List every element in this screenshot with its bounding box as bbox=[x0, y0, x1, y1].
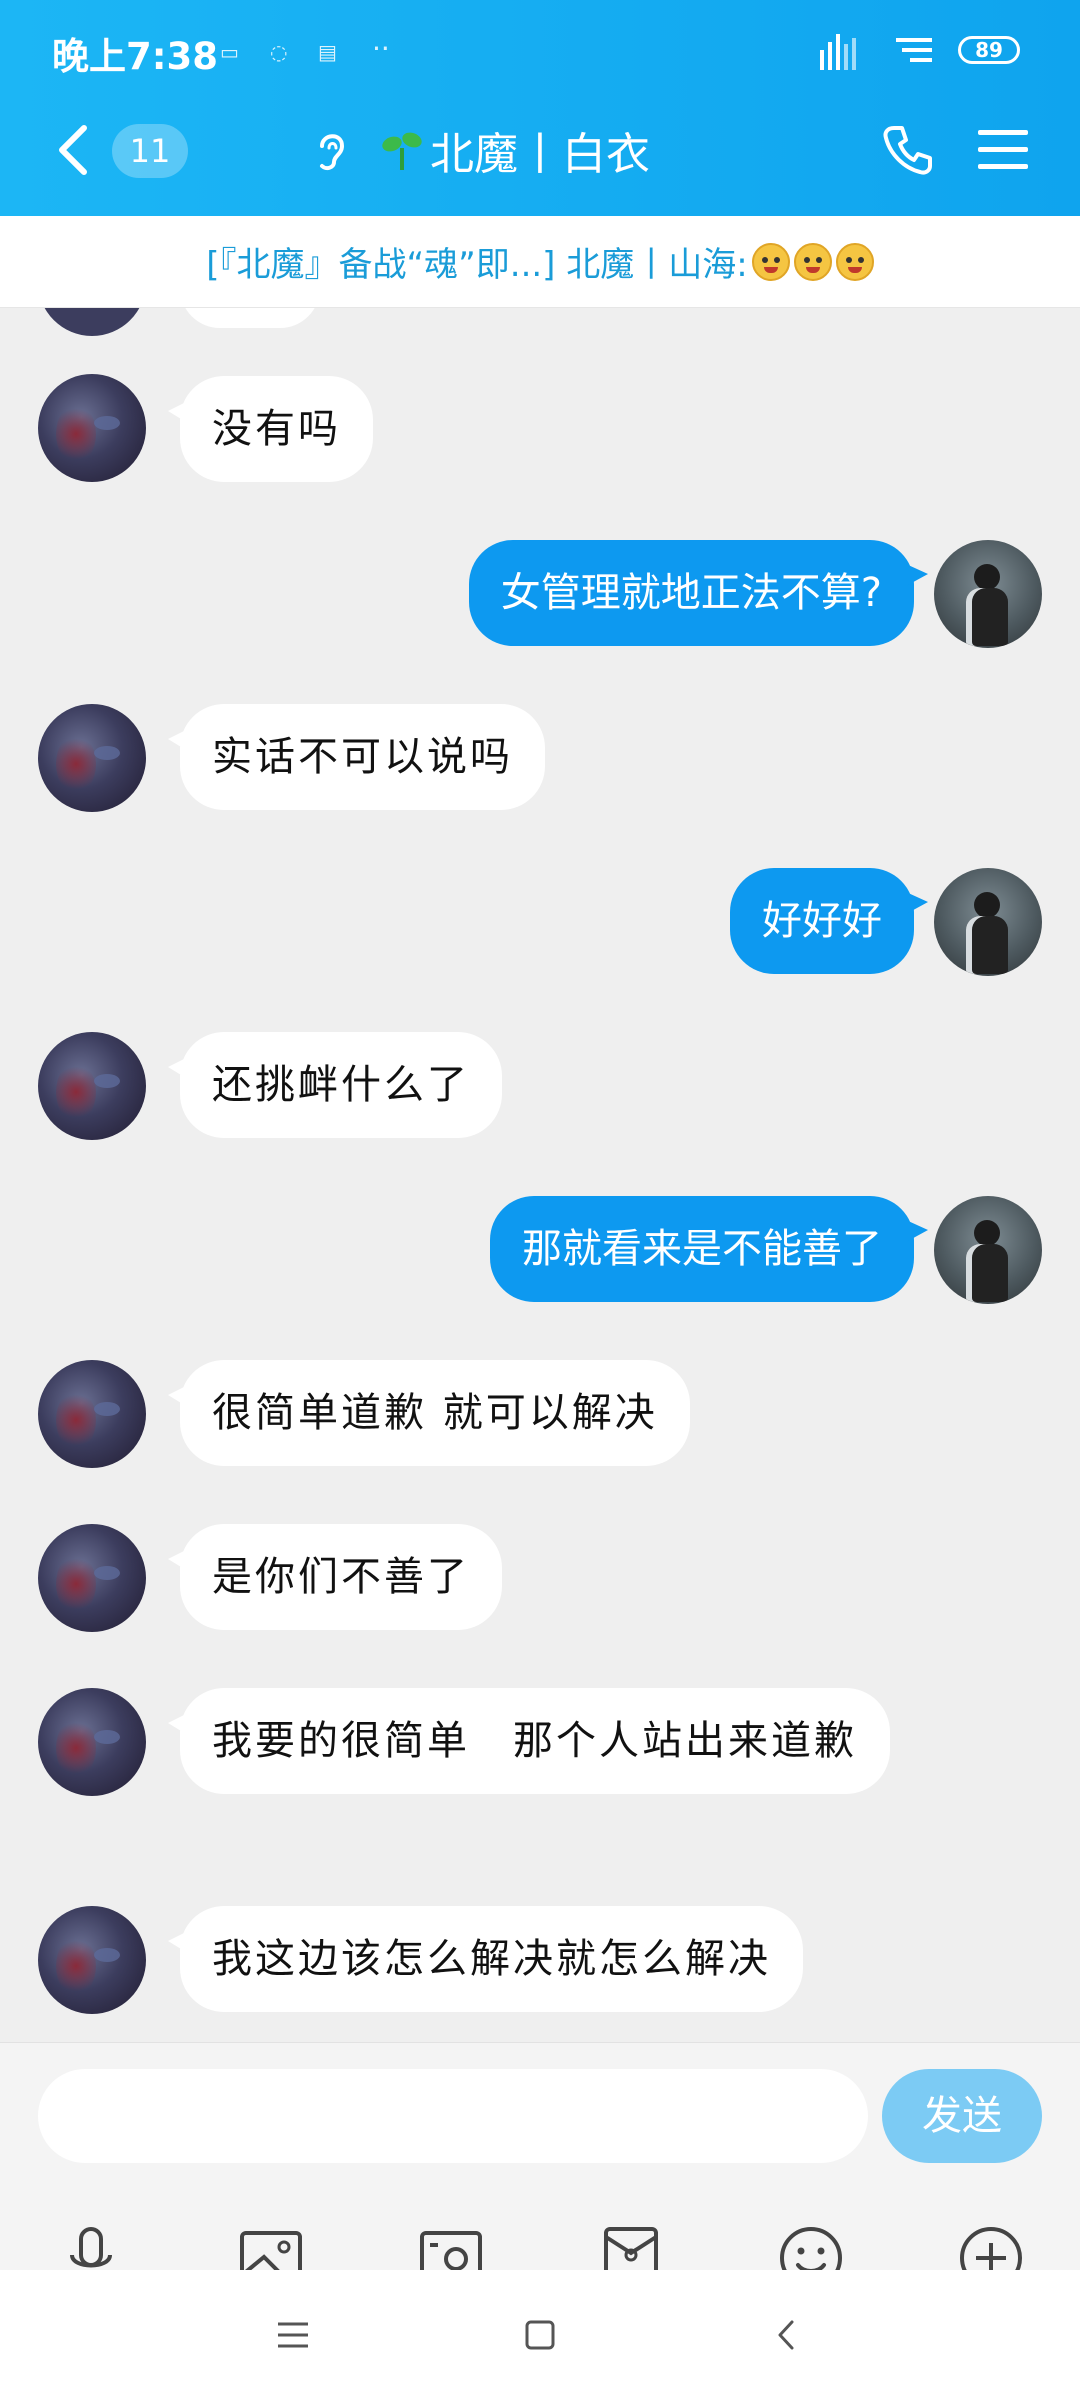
avatar[interactable] bbox=[38, 374, 146, 482]
notification-icon: ▭ bbox=[220, 40, 239, 64]
home-icon[interactable] bbox=[517, 2312, 563, 2358]
send-button[interactable]: 发送 bbox=[882, 2069, 1042, 2163]
status-bar: 晚上7:38 ▭ ◌ ▤ ·· 89 bbox=[0, 0, 1080, 100]
message-input[interactable] bbox=[38, 2069, 868, 2163]
nav-row: 11 北魔丨白衣 bbox=[0, 100, 1080, 200]
avatar[interactable] bbox=[38, 1906, 146, 2014]
message-bubble[interactable]: 女管理就地正法不算? bbox=[468, 540, 929, 646]
message-bubble[interactable]: 没有吗 bbox=[168, 376, 373, 482]
recents-icon[interactable] bbox=[270, 2312, 316, 2358]
emoji-face-icon bbox=[835, 242, 874, 281]
message-bubble[interactable]: 还挑衅什么了 bbox=[168, 1032, 502, 1138]
message-bubble[interactable]: 很简单道歉 就可以解决 bbox=[168, 1360, 690, 1466]
emoji-face-icon bbox=[793, 242, 832, 281]
menu-icon[interactable] bbox=[978, 126, 1028, 174]
group-notice-bar[interactable]: [『北魔』备战“魂”即...] 北魔丨山海: bbox=[0, 216, 1080, 308]
chat-header: 晚上7:38 ▭ ◌ ▤ ·· 89 11 北魔丨白衣 bbox=[0, 0, 1080, 216]
avatar[interactable] bbox=[934, 868, 1042, 976]
signal-icon bbox=[820, 34, 856, 70]
sprout-icon bbox=[382, 132, 422, 170]
phone-icon[interactable] bbox=[880, 122, 936, 178]
battery-indicator: 89 bbox=[958, 36, 1020, 64]
message-list[interactable]: 没有吗 女管理就地正法不算? 实话不可以说吗 好好好 还挑衅什么了 那就看来是不… bbox=[0, 308, 1080, 2042]
emoji-face-icon bbox=[751, 242, 790, 281]
notification-icon: ▤ bbox=[318, 40, 337, 64]
avatar[interactable] bbox=[38, 704, 146, 812]
avatar[interactable] bbox=[934, 1196, 1042, 1304]
message-bubble[interactable]: 实话不可以说吗 bbox=[168, 704, 545, 810]
avatar[interactable] bbox=[38, 1688, 146, 1796]
status-icons: 89 bbox=[818, 24, 1020, 76]
more-notifications-icon: ·· bbox=[372, 32, 390, 65]
message-bubble[interactable]: 好好好 bbox=[730, 868, 928, 974]
notification-icon: ◌ bbox=[270, 40, 288, 64]
avatar[interactable] bbox=[38, 1524, 146, 1632]
input-area: 发送 bbox=[0, 2042, 1080, 2289]
avatar[interactable] bbox=[38, 1360, 146, 1468]
system-navigation-bar bbox=[0, 2270, 1080, 2400]
back-nav-icon[interactable] bbox=[764, 2312, 810, 2358]
message-bubble[interactable]: 我这边该怎么解决就怎么解决 bbox=[168, 1906, 803, 2012]
ear-icon bbox=[320, 134, 345, 171]
status-time: 晚上7:38 bbox=[52, 35, 219, 78]
notice-text: [『北魔』备战“魂”即...] 北魔丨山海: bbox=[206, 245, 748, 285]
message-bubble[interactable] bbox=[180, 308, 320, 328]
chat-title-group[interactable]: 北魔丨白衣 bbox=[310, 118, 650, 182]
chat-title: 北魔丨白衣 bbox=[430, 129, 650, 180]
message-bubble[interactable]: 我要的很简单 那个人站出来道歉 bbox=[168, 1688, 890, 1794]
avatar[interactable] bbox=[934, 540, 1042, 648]
avatar[interactable] bbox=[38, 308, 146, 336]
avatar[interactable] bbox=[38, 1032, 146, 1140]
message-bubble[interactable]: 那就看来是不能善了 bbox=[490, 1196, 928, 1302]
back-arrow-icon[interactable] bbox=[54, 120, 94, 180]
wifi-icon bbox=[896, 38, 932, 62]
message-bubble[interactable]: 是你们不善了 bbox=[168, 1524, 502, 1630]
unread-count-badge[interactable]: 11 bbox=[112, 124, 188, 178]
